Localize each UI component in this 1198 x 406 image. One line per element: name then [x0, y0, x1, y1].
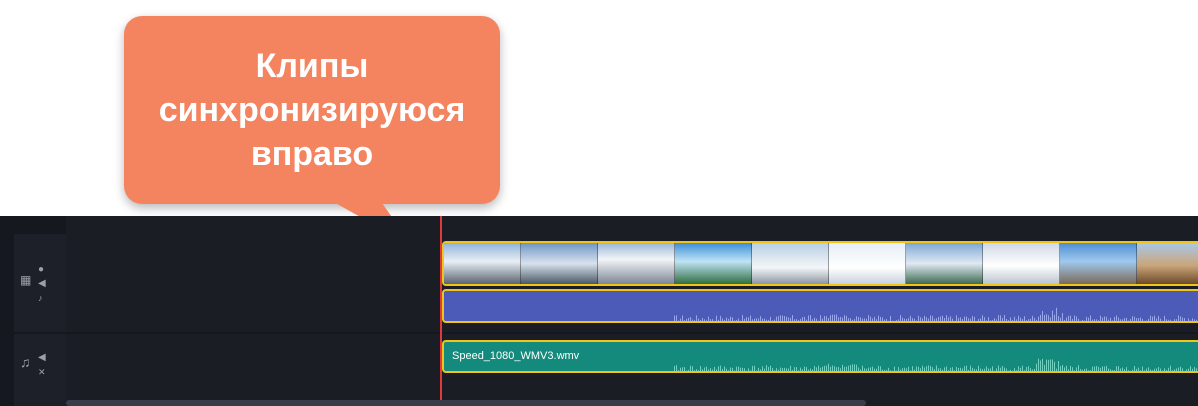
video-track-icon: ▦ [20, 273, 32, 287]
audio-waveform [674, 307, 1197, 321]
mute-icon[interactable]: ✕ [38, 366, 46, 378]
clip-thumbnail [1137, 243, 1198, 284]
playhead[interactable] [440, 216, 442, 406]
video-audio-lane[interactable] [442, 289, 1198, 323]
speaker-icon[interactable]: ◀ [38, 352, 46, 364]
music-note-icon: ♫ [20, 354, 31, 370]
tooltip-callout: Клипы синхронизируюся вправо [124, 16, 500, 204]
callout-line-2: синхронизируюся [158, 91, 466, 129]
clip-thumbnail [1060, 243, 1137, 284]
music-track-header: ♫ ◀ ✕ [14, 334, 66, 406]
speaker-icon[interactable]: ◀ [38, 278, 46, 290]
callout-text: Клипы синхронизируюся вправо [159, 44, 466, 176]
callout-line-3: вправо [250, 135, 374, 173]
timeline-scrollbar[interactable] [66, 400, 866, 406]
clip-thumbnail [752, 243, 829, 284]
clip-thumbnail [598, 243, 675, 284]
music-clip-name: Speed_1080_WMV3.wmv [452, 350, 580, 362]
video-track-header: ▦ ● ◀ ♪ [14, 234, 66, 332]
callout-line-1: Клипы [255, 47, 369, 85]
clip-thumbnail [829, 243, 906, 284]
music-clip[interactable]: Speed_1080_WMV3.wmv [442, 340, 1198, 373]
video-clip[interactable] [442, 241, 1198, 286]
clip-thumbnail [983, 243, 1060, 284]
clip-thumbnail [675, 243, 752, 284]
eye-icon[interactable]: ● [38, 264, 44, 276]
clip-thumbnail [444, 243, 521, 284]
detach-audio-icon[interactable]: ♪ [38, 292, 43, 304]
clip-thumbnail [906, 243, 983, 284]
clip-thumbnail [521, 243, 598, 284]
timeline-ruler [66, 216, 1198, 234]
